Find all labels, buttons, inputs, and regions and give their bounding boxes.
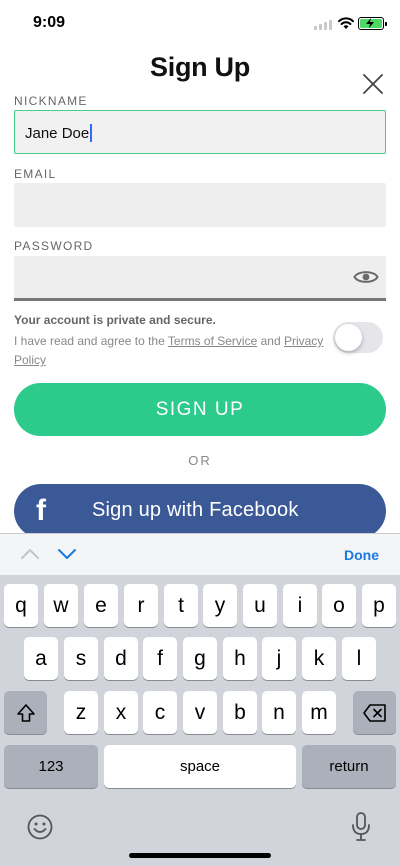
key-j[interactable]: j	[262, 637, 296, 680]
space-key[interactable]: space	[104, 745, 296, 788]
facebook-icon: f	[36, 494, 46, 527]
key-t[interactable]: t	[164, 584, 198, 627]
wifi-icon	[338, 17, 354, 29]
return-key[interactable]: return	[302, 745, 396, 788]
eye-icon[interactable]	[353, 268, 379, 286]
nickname-value: Jane Doe	[25, 124, 90, 142]
chevron-up-icon[interactable]	[20, 546, 40, 560]
agree-toggle[interactable]	[333, 322, 383, 353]
emoji-icon[interactable]	[27, 814, 53, 840]
key-i[interactable]: i	[283, 584, 317, 627]
key-y[interactable]: y	[203, 584, 237, 627]
key-m[interactable]: m	[302, 691, 336, 734]
email-label: EMAIL	[14, 167, 57, 181]
key-u[interactable]: u	[243, 584, 277, 627]
close-icon[interactable]	[361, 72, 385, 96]
terms-middle: and	[257, 334, 284, 348]
chevron-down-icon[interactable]	[57, 548, 77, 562]
nickname-label: NICKNAME	[14, 94, 88, 108]
key-h[interactable]: h	[223, 637, 257, 680]
key-e[interactable]: e	[84, 584, 118, 627]
password-label: PASSWORD	[14, 239, 94, 253]
backspace-key[interactable]	[353, 691, 396, 734]
shift-key[interactable]	[4, 691, 47, 734]
key-n[interactable]: n	[262, 691, 296, 734]
email-field[interactable]	[14, 183, 386, 227]
terms-prefix: I have read and agree to the	[14, 334, 168, 348]
keyboard-accessory-bar: Done	[0, 533, 400, 575]
page-title: Sign Up	[150, 52, 250, 82]
key-q[interactable]: q	[4, 584, 38, 627]
key-l[interactable]: l	[342, 637, 376, 680]
key-k[interactable]: k	[302, 637, 336, 680]
key-g[interactable]: g	[183, 637, 217, 680]
toggle-knob	[335, 324, 362, 351]
key-o[interactable]: o	[322, 584, 356, 627]
signal-icon	[314, 20, 334, 30]
facebook-signup-label: Sign up with Facebook	[92, 499, 299, 521]
text-caret	[90, 124, 93, 142]
key-z[interactable]: z	[64, 691, 98, 734]
key-s[interactable]: s	[64, 637, 98, 680]
key-w[interactable]: w	[44, 584, 78, 627]
battery-icon	[358, 17, 387, 30]
sign-up-button[interactable]: SIGN UP	[14, 383, 386, 436]
key-v[interactable]: v	[183, 691, 217, 734]
nickname-field[interactable]: Jane Doe	[14, 110, 386, 154]
key-p[interactable]: p	[362, 584, 396, 627]
key-d[interactable]: d	[104, 637, 138, 680]
backspace-icon	[362, 703, 386, 722]
privacy-note: Your account is private and secure.	[14, 313, 216, 327]
numbers-key[interactable]: 123	[4, 745, 98, 788]
password-field[interactable]	[14, 256, 386, 300]
key-c[interactable]: c	[143, 691, 177, 734]
key-r[interactable]: r	[124, 584, 158, 627]
or-divider: OR	[188, 453, 212, 468]
key-a[interactable]: a	[24, 637, 58, 680]
shift-icon	[16, 703, 35, 722]
done-button[interactable]: Done	[344, 547, 379, 563]
facebook-signup-button[interactable]: f Sign up with Facebook	[14, 484, 386, 538]
key-f[interactable]: f	[143, 637, 177, 680]
status-bar: 9:09	[0, 0, 400, 46]
terms-of-service-link[interactable]: Terms of Service	[168, 334, 257, 348]
terms-agreement: I have read and agree to the Terms of Se…	[14, 332, 329, 370]
key-b[interactable]: b	[223, 691, 257, 734]
home-indicator	[129, 853, 271, 858]
microphone-icon[interactable]	[351, 812, 371, 842]
password-underline	[14, 298, 386, 301]
key-x[interactable]: x	[104, 691, 138, 734]
keyboard: Done q w e r t y u i o p a s d f g h j k…	[0, 533, 400, 866]
status-time: 9:09	[33, 14, 66, 31]
